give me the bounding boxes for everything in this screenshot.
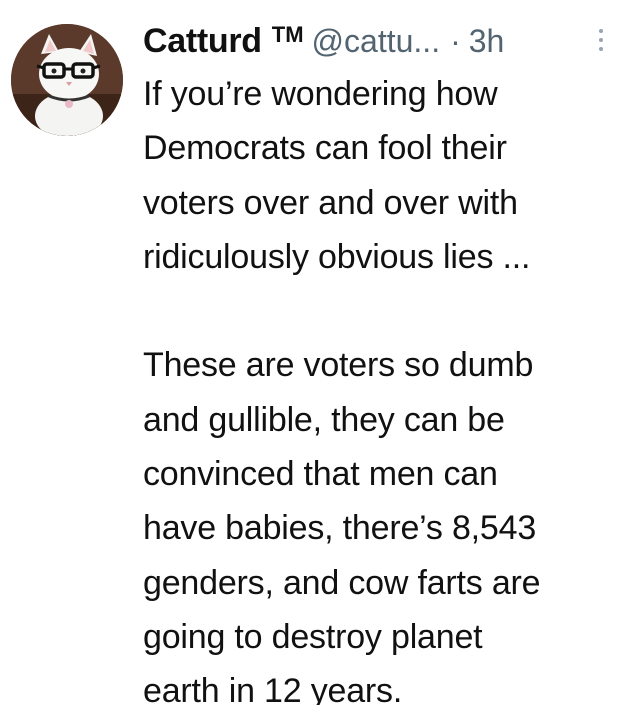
tweet-text-line: earth in 12 years. (143, 672, 403, 705)
tweet-card: Catturd TM @cattu... · 3h If you’re wond… (0, 0, 640, 705)
tweet-text-line: have babies, there’s 8,543 (143, 509, 537, 548)
tweet-text-line: Democrats can fool their (143, 129, 507, 168)
tweet-text-line: going to destroy planet (143, 617, 483, 656)
tweet-timestamp[interactable]: 3h (469, 20, 505, 62)
tweet-text-line: ridiculously obvious lies ... (143, 237, 531, 276)
vertical-ellipsis-icon[interactable] (598, 29, 604, 53)
header-separator: · (450, 23, 461, 59)
cat-avatar-icon (11, 24, 123, 136)
tweet-body: If you’re wondering how Democrats can fo… (143, 67, 633, 705)
tweet-text-line: voters over and over with (143, 183, 518, 222)
tweet-text-line: convinced that men can (143, 455, 498, 494)
tweet-text-line: genders, and cow farts are (143, 563, 541, 602)
trademark-badge: TM (271, 22, 304, 47)
tweet-text-line: If you’re wondering how (143, 75, 498, 113)
tweet-text-line: These are voters so dumb (143, 346, 534, 385)
tweet-text-line: and gullible, they can be (143, 400, 505, 439)
user-handle[interactable]: @cattu... (312, 20, 441, 62)
avatar[interactable] (11, 24, 123, 136)
tweet-header: Catturd TM @cattu... · 3h (143, 20, 504, 62)
display-name[interactable]: Catturd (143, 20, 262, 62)
